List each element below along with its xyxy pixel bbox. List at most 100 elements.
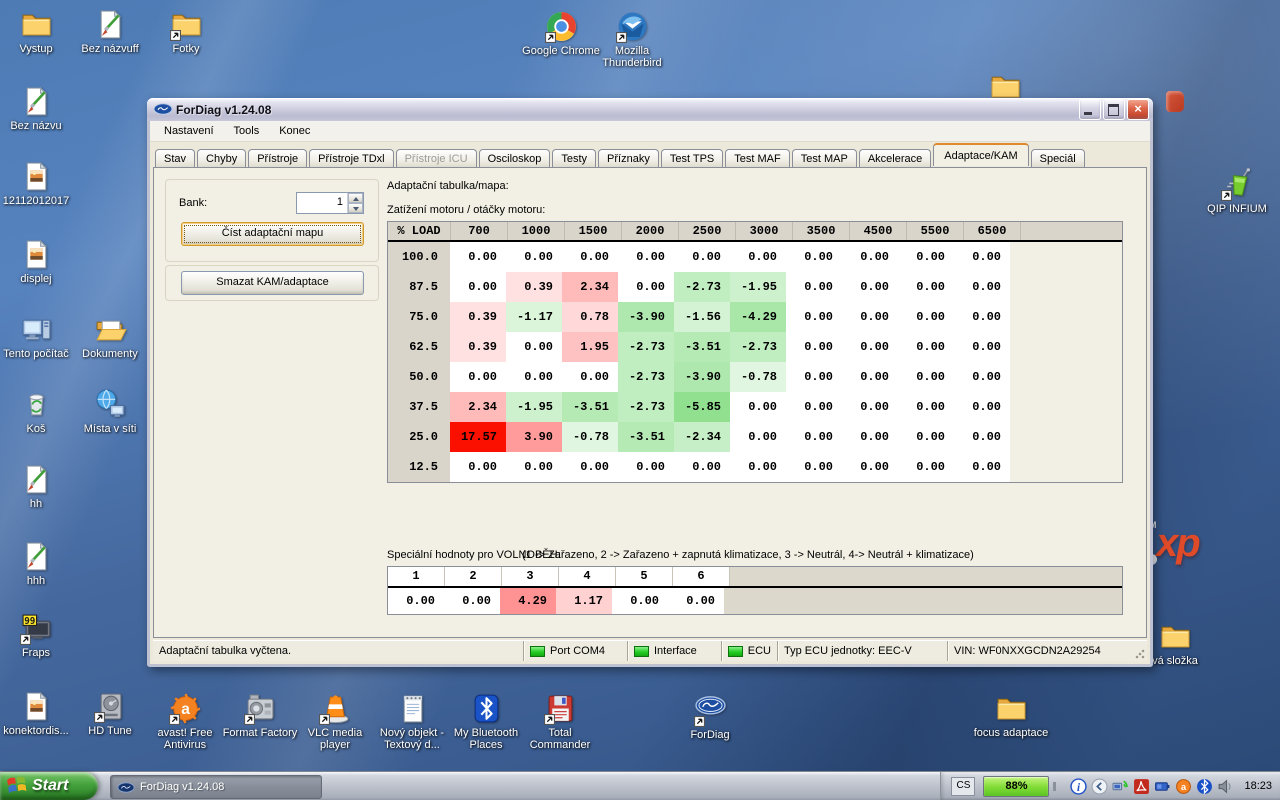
desktop-icon-qip-infium[interactable]: QIP INFIUM	[1198, 168, 1276, 215]
desktop-icon-label: 12112012017	[0, 195, 75, 207]
tab-p-stroje-icu[interactable]: Přístroje ICU	[396, 149, 477, 168]
close-button[interactable]: ×	[1127, 99, 1149, 120]
desktop-icon-label: hh	[0, 498, 75, 510]
desktop-icon-fordiag[interactable]: ForDiag	[671, 694, 749, 741]
desktop-icon-konektordis[interactable]: konektordis...	[0, 690, 75, 737]
desktop-icon-m-sta-v-s-ti[interactable]: Místa v síti	[71, 388, 149, 435]
desktop-icon-nov-objekt-textov-d[interactable]: Nový objekt - Textový d...	[373, 692, 451, 751]
desktop-icon-google-chrome[interactable]: Google Chrome	[522, 10, 600, 57]
column-header: 2500	[679, 222, 736, 240]
bluetooth-tray-icon[interactable]	[1196, 778, 1213, 795]
tab-test-map[interactable]: Test MAP	[792, 149, 857, 168]
maximize-button[interactable]	[1103, 99, 1125, 120]
language-indicator[interactable]: CS	[951, 777, 975, 796]
tab-test-tps[interactable]: Test TPS	[661, 149, 723, 168]
shortcut-arrow-icon	[616, 32, 627, 43]
desktop-icon-vystup[interactable]: Vystup	[0, 8, 75, 55]
task-button-fordiag[interactable]: ForDiag v1.24.08	[110, 775, 322, 799]
collapse-chevron-icon[interactable]	[1091, 778, 1108, 795]
window-titlebar[interactable]: ForDiag v1.24.08 ×	[147, 98, 1153, 121]
desktop-icon-displej[interactable]: displej	[0, 238, 75, 285]
desktop-icon-label: Mozilla Thunderbird	[593, 45, 671, 69]
read-adaptation-map-button[interactable]: Číst adaptační mapu	[181, 222, 364, 246]
desktop-icon-focus-adaptace[interactable]: focus adaptace	[972, 692, 1050, 739]
start-button[interactable]: Start	[0, 772, 98, 800]
spinner-down-icon[interactable]	[348, 203, 363, 213]
map-cell: 0.00	[786, 272, 842, 302]
desktop-icon-bez-n-zvuff[interactable]: Bez názvuff	[71, 8, 149, 55]
info-icon[interactable]: i	[1070, 778, 1087, 795]
map-cell: 0.39	[450, 332, 506, 362]
desktop-icon-mozilla-thunderbird[interactable]: Mozilla Thunderbird	[593, 10, 671, 69]
column-header: 4500	[850, 222, 907, 240]
content-panel: Bank: 1 Číst adaptační mapu Smazat KAM/a…	[153, 167, 1147, 638]
bank-spinner[interactable]: 1	[296, 192, 364, 214]
menu-tools[interactable]: Tools	[226, 123, 268, 139]
desktop-icon-dokumenty[interactable]: Dokumenty	[71, 313, 149, 360]
desktop-icon-label: Google Chrome	[522, 45, 600, 57]
desktop-icon-hd-tune[interactable]: HD Tune	[71, 690, 149, 737]
adobe-reader-icon[interactable]	[1133, 778, 1150, 795]
tab-p-stroje[interactable]: Přístroje	[248, 149, 307, 168]
tab-stav[interactable]: Stav	[155, 149, 195, 168]
tab-adaptace-kam[interactable]: Adaptace/KAM	[933, 143, 1028, 166]
tab-chyby[interactable]: Chyby	[197, 149, 246, 168]
desktop-icon-my-bluetooth-places[interactable]: My Bluetooth Places	[447, 692, 525, 751]
menu-nastaven[interactable]: Nastavení	[156, 123, 222, 139]
desktop-icon-format-factory[interactable]: Format Factory	[221, 692, 299, 739]
fordiag-window: ForDiag v1.24.08 × NastaveníToolsKonec S…	[147, 98, 1153, 667]
tab-testy[interactable]: Testy	[552, 149, 596, 168]
battery-tray-icon[interactable]	[1154, 778, 1171, 795]
desktop-icon-vlc-media-player[interactable]: VLC media player	[296, 692, 374, 751]
tab-osciloskop[interactable]: Osciloskop	[479, 149, 551, 168]
map-cell: -1.95	[506, 392, 562, 422]
map-cell: -0.78	[562, 422, 618, 452]
computer-icon	[20, 313, 53, 346]
bank-value[interactable]: 1	[297, 193, 347, 213]
desktop-icon-hhh[interactable]: hhh	[0, 540, 75, 587]
desktop-icon-12112012017[interactable]: 12112012017	[0, 160, 75, 207]
table-row: 62.50.390.001.95-2.73-3.51-2.730.000.000…	[388, 332, 1122, 362]
spinner-buttons	[347, 193, 363, 213]
desktop-icon-fraps[interactable]: 99Fraps	[0, 612, 75, 659]
tab-p-znaky[interactable]: Příznaky	[598, 149, 659, 168]
status-led-icon	[530, 646, 545, 657]
desktop-icon-ko[interactable]: Koš	[0, 388, 75, 435]
volume-icon[interactable]	[1217, 778, 1234, 795]
map-cell: 0.00	[786, 422, 842, 452]
desktop-icon-bez-n-zvu[interactable]: Bez názvu	[0, 85, 75, 132]
menu-konec[interactable]: Konec	[271, 123, 318, 139]
map-cell: 0.00	[954, 452, 1010, 482]
desktop-icon-avast-free-antivirus[interactable]: aavast! Free Antivirus	[146, 692, 224, 751]
clear-kam-button[interactable]: Smazat KAM/adaptace	[181, 271, 364, 295]
idle-cell: 0.00	[612, 588, 668, 614]
idle-value-row: 0.000.004.291.170.000.00	[388, 588, 1122, 614]
desktop-icon-label: konektordis...	[0, 725, 75, 737]
desktop-icon-hh[interactable]: hh	[0, 463, 75, 510]
spinner-up-icon[interactable]	[348, 193, 363, 203]
map-cell: 0.00	[898, 392, 954, 422]
resize-grip[interactable]	[1133, 641, 1147, 661]
map-cell: 0.00	[954, 272, 1010, 302]
map-cell: 0.00	[842, 332, 898, 362]
idle-cell: 1.17	[556, 588, 612, 614]
battery-indicator[interactable]: 88%	[983, 776, 1049, 797]
status-indicator-label: ECU	[748, 645, 771, 657]
desktop-icon-fotky[interactable]: Fotky	[147, 8, 225, 55]
tab-p-stroje-tdxl[interactable]: Přístroje TDxl	[309, 149, 393, 168]
table-row: 25.017.573.90-0.78-3.51-2.340.000.000.00…	[388, 422, 1122, 452]
desktop-icon-label: displej	[0, 273, 75, 285]
ford-icon	[694, 694, 727, 727]
tab-speci-l[interactable]: Speciál	[1031, 149, 1085, 168]
tab-test-maf[interactable]: Test MAF	[725, 149, 789, 168]
desktop-icon-tento-po-ta[interactable]: Tento počítač	[0, 313, 75, 360]
map-cell: 0.00	[898, 272, 954, 302]
map-cell: 0.00	[954, 332, 1010, 362]
network-activity-icon[interactable]	[1112, 778, 1129, 795]
avast-tray-icon[interactable]: a	[1175, 778, 1192, 795]
totalcmd-icon	[544, 692, 577, 725]
tab-akcelerace[interactable]: Akcelerace	[859, 149, 931, 168]
desktop-icon-total-commander[interactable]: Total Commander	[521, 692, 599, 751]
tray-icons: a	[1108, 778, 1234, 795]
minimize-button[interactable]	[1079, 99, 1101, 120]
